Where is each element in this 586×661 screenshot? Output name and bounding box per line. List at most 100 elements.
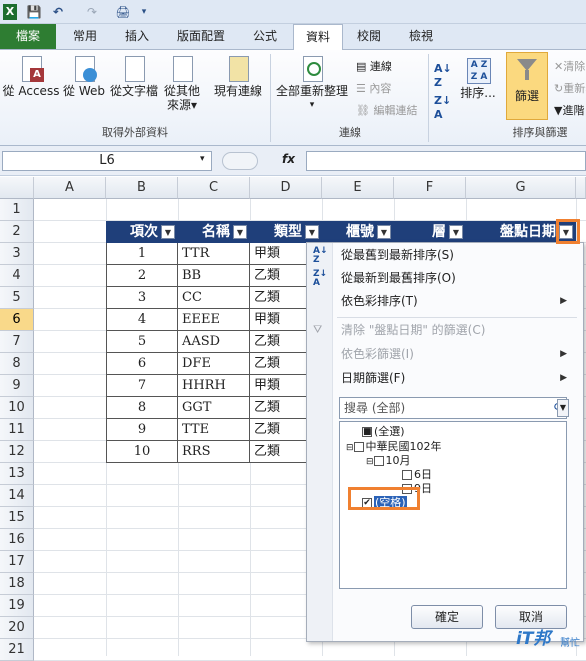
ok-button[interactable]: 確定 <box>411 605 483 629</box>
cell-item-no[interactable]: 6 <box>106 353 178 375</box>
clear-filter-button[interactable]: ✕清除 <box>554 60 585 74</box>
row-header-1[interactable]: 1 <box>0 199 34 221</box>
cell-item-no[interactable]: 7 <box>106 375 178 397</box>
row-header-21[interactable]: 21 <box>0 639 34 661</box>
cell-item-no[interactable]: 10 <box>106 441 178 463</box>
header-cell-type[interactable]: 類型 ▼ <box>250 221 322 243</box>
formula-input[interactable] <box>306 151 586 171</box>
col-header-e[interactable]: E <box>322 177 394 199</box>
tab-view[interactable]: 檢視 <box>398 24 444 50</box>
collapse-icon[interactable]: ⊟ <box>366 457 374 467</box>
sort-desc-icon[interactable]: Z↓ A <box>434 94 451 122</box>
cell-name[interactable]: TTR <box>178 243 250 265</box>
cell-name[interactable]: HHRH <box>178 375 250 397</box>
customize-qat-icon[interactable]: ▾ <box>140 4 148 20</box>
undo-icon[interactable]: ↶ <box>50 4 66 20</box>
tab-file[interactable]: 檔案 <box>0 24 56 49</box>
header-cell-layer[interactable]: 層 ▼ <box>394 221 466 243</box>
filter-dropdown-icon[interactable]: ▼ <box>377 225 391 239</box>
tree-item-day-6[interactable]: 6日 <box>402 468 432 481</box>
properties-button[interactable]: ☰ 內容 <box>356 82 391 96</box>
print-icon[interactable]: 🖨 <box>114 4 132 20</box>
search-dropdown-icon[interactable]: ▼ <box>557 399 569 417</box>
tab-home[interactable]: 常用 <box>60 24 110 50</box>
formula-bar-separator[interactable] <box>222 152 258 170</box>
col-header-h[interactable] <box>576 177 586 199</box>
tab-data[interactable]: 資料 <box>293 24 343 51</box>
tree-item-month[interactable]: ⊟ 10月 <box>366 454 411 469</box>
col-header-a[interactable]: A <box>34 177 106 199</box>
row-header-19[interactable]: 19 <box>0 595 34 617</box>
row-header-9[interactable]: 9 <box>0 375 34 397</box>
from-text-button[interactable]: 從文字檔 <box>108 54 160 98</box>
from-access-button[interactable]: A 從 Access <box>2 54 60 98</box>
filter-button[interactable]: 篩選 <box>506 52 548 120</box>
name-box[interactable]: L6 <box>2 151 212 171</box>
col-header-g[interactable]: G <box>466 177 576 199</box>
checkbox-unchecked-icon[interactable] <box>373 456 384 466</box>
tab-formulas[interactable]: 公式 <box>242 24 288 50</box>
menu-sort-oldest-to-newest[interactable]: 從最舊到最新排序(S) <box>341 244 454 266</box>
excel-app-icon[interactable]: X <box>3 4 17 20</box>
menu-filter-by-color[interactable]: 依色彩篩選(I) ▶ <box>341 343 577 365</box>
row-header-14[interactable]: 14 <box>0 485 34 507</box>
tab-review[interactable]: 校閱 <box>346 24 392 50</box>
header-cell-cabinet[interactable]: 櫃號 ▼ <box>322 221 394 243</box>
row-header-12[interactable]: 12 <box>0 441 34 463</box>
row-header-4[interactable]: 4 <box>0 265 34 287</box>
tab-page-layout[interactable]: 版面配置 <box>166 24 236 50</box>
col-header-d[interactable]: D <box>250 177 322 199</box>
row-header-6[interactable]: 6 <box>0 309 34 331</box>
insert-function-icon[interactable]: fx <box>282 152 295 166</box>
menu-clear-filter[interactable]: 清除 "盤點日期" 的篩選(C) <box>341 319 485 341</box>
edit-links-button[interactable]: ⛓ 編輯連結 <box>356 104 417 118</box>
redo-icon[interactable]: ↷ <box>84 4 100 20</box>
tree-item-year[interactable]: ⊟ 中華民國102年 <box>346 440 442 455</box>
from-web-button[interactable]: 從 Web <box>60 54 108 98</box>
header-cell-item[interactable]: 項次 ▼ <box>106 221 178 243</box>
tab-insert[interactable]: 插入 <box>112 24 162 50</box>
menu-date-filters[interactable]: 日期篩選(F) ▶ <box>341 367 577 389</box>
filter-dropdown-icon[interactable]: ▼ <box>233 225 247 239</box>
cell-name[interactable]: EEEE <box>178 309 250 331</box>
from-other-sources-button[interactable]: 從其他 來源▾ <box>160 54 204 112</box>
cell-item-no[interactable]: 5 <box>106 331 178 353</box>
existing-connections-button[interactable]: 現有連線 <box>210 54 266 98</box>
checkbox-indeterminate-icon[interactable]: ■ <box>362 427 372 437</box>
collapse-icon[interactable]: ⊟ <box>346 443 354 453</box>
advanced-filter-button[interactable]: ▼進階 <box>554 104 584 118</box>
connections-button[interactable]: ▤ 連線 <box>356 60 392 74</box>
col-header-b[interactable]: B <box>106 177 178 199</box>
row-header-16[interactable]: 16 <box>0 529 34 551</box>
cell-name[interactable]: AASD <box>178 331 250 353</box>
row-header-7[interactable]: 7 <box>0 331 34 353</box>
cell-item-no[interactable]: 8 <box>106 397 178 419</box>
col-header-f[interactable]: F <box>394 177 466 199</box>
cell-name[interactable]: TTE <box>178 419 250 441</box>
cell-name[interactable]: GGT <box>178 397 250 419</box>
filter-dropdown-icon[interactable]: ▼ <box>305 225 319 239</box>
row-header-15[interactable]: 15 <box>0 507 34 529</box>
filter-search-input[interactable]: 搜尋 (全部)⚲ <box>339 397 567 419</box>
tree-item-select-all[interactable]: ■ (全選) <box>362 425 405 438</box>
row-header-3[interactable]: 3 <box>0 243 34 265</box>
row-header-20[interactable]: 20 <box>0 617 34 639</box>
row-header-2[interactable]: 2 <box>0 221 34 243</box>
checkbox-unchecked-icon[interactable] <box>402 470 412 480</box>
sort-asc-icon[interactable]: A↓ Z <box>434 62 452 90</box>
checkbox-unchecked-icon[interactable] <box>353 442 364 452</box>
cell-name[interactable]: RRS <box>178 441 250 463</box>
namebox-dropdown-icon[interactable]: ▾ <box>200 154 205 164</box>
save-icon[interactable]: 💾 <box>26 4 42 20</box>
select-all-corner[interactable] <box>0 177 34 199</box>
row-header-18[interactable]: 18 <box>0 573 34 595</box>
row-header-8[interactable]: 8 <box>0 353 34 375</box>
sort-button[interactable]: A ZZ A 排序... <box>458 56 498 100</box>
filter-dropdown-icon[interactable]: ▼ <box>449 225 463 239</box>
row-header-17[interactable]: 17 <box>0 551 34 573</box>
reapply-button[interactable]: ↻重新套用 <box>554 82 586 96</box>
cell-name[interactable]: BB <box>178 265 250 287</box>
refresh-all-button[interactable]: 全部重新整理 ▾ <box>272 54 352 112</box>
cell-name[interactable]: DFE <box>178 353 250 375</box>
row-header-11[interactable]: 11 <box>0 419 34 441</box>
